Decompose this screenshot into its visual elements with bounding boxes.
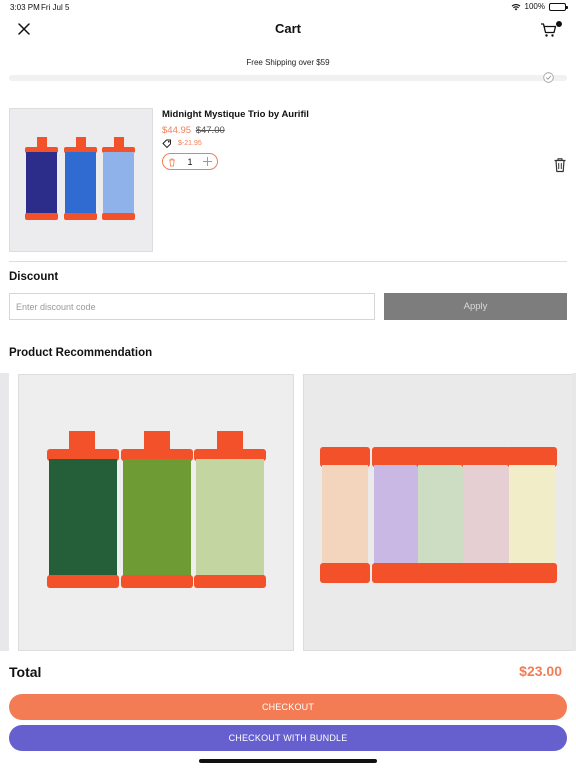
divider (9, 261, 567, 262)
recommendation-card[interactable] (18, 374, 294, 651)
cart-item: Midnight Mystique Trio by Aurifil $44.95… (9, 107, 567, 253)
total-value: $23.00 (519, 663, 562, 679)
discount-code-input[interactable] (9, 293, 375, 320)
tag-icon (162, 139, 171, 148)
price-row: $44.95 $47.00 (162, 125, 309, 136)
page-title: Cart (274, 21, 301, 36)
wifi-icon (511, 3, 520, 10)
discount-amount: $-21.95 (178, 140, 202, 147)
item-details: Midnight Mystique Trio by Aurifil $44.95… (162, 107, 309, 170)
check-circle-icon (543, 72, 554, 83)
quantity-stepper: 1 (162, 153, 218, 170)
recommendation-heading: Product Recommendation (9, 347, 153, 359)
battery-icon (549, 2, 568, 11)
cart-button[interactable] (540, 19, 562, 39)
discount-row: $-21.95 (162, 139, 309, 148)
total-row: Total $23.00 (9, 663, 567, 683)
shipping-progress-bar (9, 75, 567, 81)
checkout-button[interactable]: CHECKOUT (9, 694, 567, 720)
status-bar: 3:03 PM Fri Jul 5 100% (0, 0, 576, 14)
sale-price: $44.95 (162, 125, 192, 136)
product-image[interactable] (9, 108, 153, 252)
shipping-progress-fill (9, 75, 567, 81)
checkout-with-bundle-button[interactable]: CHECKOUT WITH BUNDLE (9, 725, 567, 751)
shipping-message: Free Shipping over $59 (246, 58, 330, 67)
discount-heading: Discount (9, 271, 59, 283)
delete-icon[interactable] (553, 157, 567, 173)
thread-spools-green-image (19, 375, 293, 650)
original-price: $47.00 (195, 125, 225, 136)
status-date: Fri Jul 5 (41, 3, 70, 12)
battery-percent: 100% (524, 2, 545, 11)
thread-spools-pastel-image (304, 375, 572, 650)
total-label: Total (9, 664, 42, 680)
recommendation-card[interactable] (303, 374, 576, 651)
plus-icon[interactable] (202, 156, 213, 167)
home-indicator[interactable] (199, 759, 377, 763)
product-name[interactable]: Midnight Mystique Trio by Aurifil (162, 109, 309, 120)
recommendation-card-partial[interactable] (0, 373, 9, 651)
recommendation-carousel[interactable] (0, 373, 576, 651)
recommendation-card-partial[interactable] (572, 373, 576, 651)
header: Cart (0, 14, 576, 44)
status-time: 3:03 PM (10, 3, 40, 12)
cart-badge (556, 21, 562, 27)
apply-button[interactable]: Apply (384, 293, 567, 320)
status-right: 100% (511, 2, 568, 11)
thread-spools-blue-image (10, 109, 152, 251)
